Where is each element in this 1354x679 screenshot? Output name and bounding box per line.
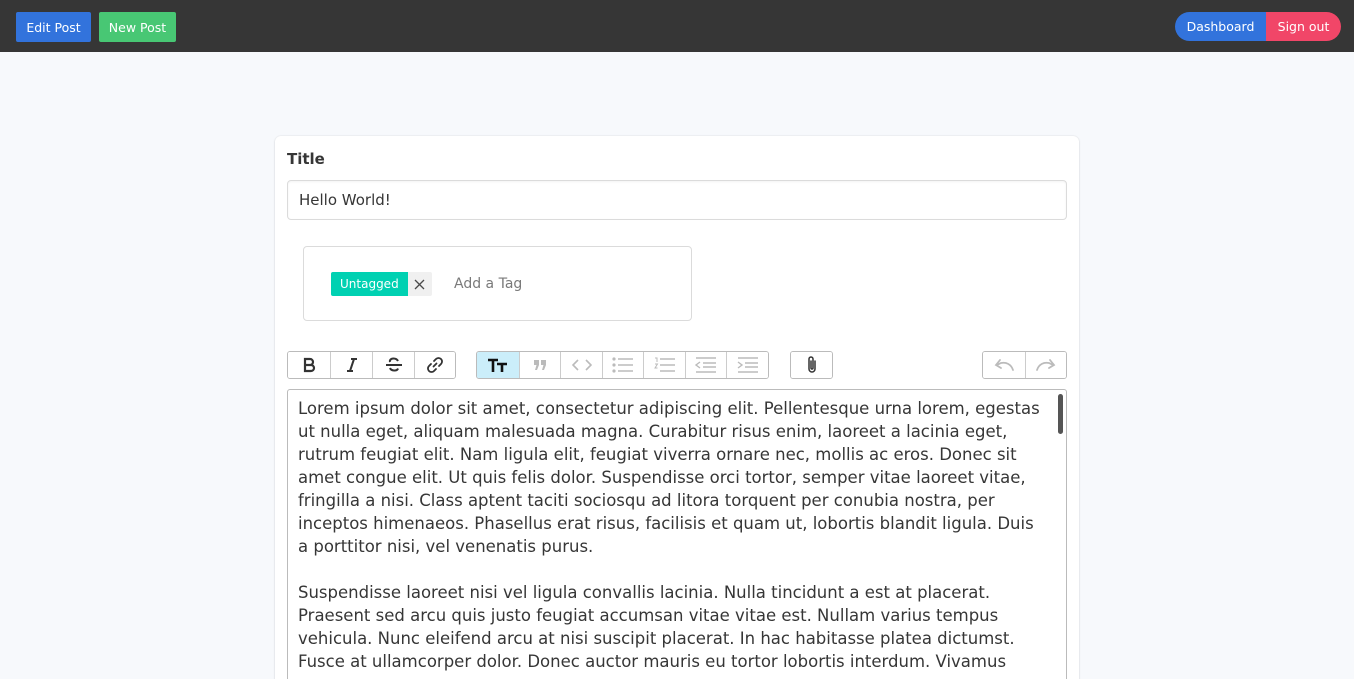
- tag-delete-button[interactable]: [407, 272, 432, 296]
- quote-button[interactable]: [519, 352, 560, 378]
- editor-scrollbar[interactable]: [1058, 394, 1063, 434]
- close-icon: [414, 279, 425, 289]
- bold-icon: [303, 357, 316, 373]
- numbered-list-icon: [653, 357, 675, 372]
- tags-input-box[interactable]: Untagged: [303, 246, 692, 321]
- sign-out-button[interactable]: Sign out: [1266, 12, 1341, 41]
- bullet-list-icon: [612, 357, 633, 373]
- text-format-toolbar: [287, 351, 456, 379]
- undo-icon: [994, 359, 1014, 371]
- code-button[interactable]: [560, 352, 602, 378]
- tag-chip: Untagged: [331, 272, 432, 296]
- edit-post-button[interactable]: Edit Post: [16, 12, 91, 42]
- dashboard-button[interactable]: Dashboard: [1175, 12, 1266, 41]
- title-input[interactable]: [287, 180, 1067, 220]
- editor-content[interactable]: Lorem ipsum dolor sit amet, consectetur …: [298, 397, 1048, 673]
- heading-icon: [488, 358, 507, 372]
- editor-paragraph: Lorem ipsum dolor sit amet, consectetur …: [298, 399, 1040, 556]
- quote-icon: [534, 360, 546, 370]
- decrease-indent-button[interactable]: [685, 352, 726, 378]
- increase-indent-button[interactable]: [726, 352, 768, 378]
- heading-button[interactable]: [477, 352, 519, 378]
- attach-file-button[interactable]: [791, 352, 832, 378]
- undo-button[interactable]: [983, 352, 1025, 378]
- code-icon: [571, 359, 592, 371]
- bullet-list-button[interactable]: [602, 352, 643, 378]
- redo-button[interactable]: [1025, 352, 1066, 378]
- post-editor-card: Title Untagged: [275, 136, 1079, 679]
- link-button[interactable]: [414, 352, 455, 378]
- history-toolbar: [982, 351, 1067, 379]
- rich-text-editor[interactable]: Lorem ipsum dolor sit amet, consectetur …: [287, 389, 1067, 679]
- add-tag-input[interactable]: [454, 272, 654, 296]
- editor-paragraph: Suspendisse laoreet nisi vel ligula conv…: [298, 583, 1015, 671]
- title-label: Title: [287, 150, 325, 168]
- italic-button[interactable]: [330, 352, 372, 378]
- attach-file-icon: [807, 356, 816, 373]
- new-post-button[interactable]: New Post: [99, 12, 176, 42]
- block-format-toolbar: [476, 351, 769, 379]
- top-navbar: Edit Post New Post Dashboard Sign out: [0, 0, 1354, 52]
- strikethrough-button[interactable]: [372, 352, 414, 378]
- numbered-list-button[interactable]: [643, 352, 685, 378]
- decrease-indent-icon: [695, 357, 716, 373]
- tag-label: Untagged: [331, 272, 408, 296]
- redo-icon: [1036, 359, 1056, 371]
- strikethrough-icon: [385, 357, 402, 372]
- increase-indent-icon: [737, 357, 758, 373]
- link-icon: [427, 357, 443, 373]
- bold-button[interactable]: [288, 352, 330, 378]
- attach-toolbar: [790, 351, 833, 379]
- italic-icon: [346, 358, 357, 372]
